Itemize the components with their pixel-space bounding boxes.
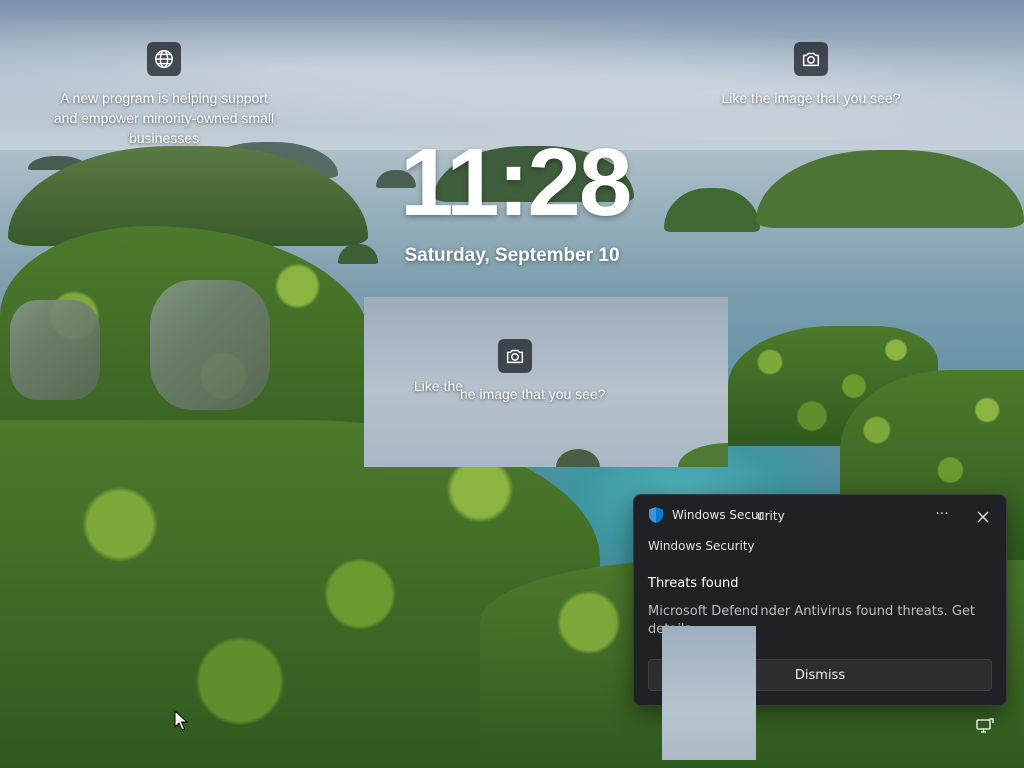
glitch-tile xyxy=(662,626,756,760)
islet xyxy=(678,443,728,467)
camera-icon xyxy=(802,52,820,67)
more-options-button[interactable]: ··· xyxy=(930,505,954,529)
spotlight-like-button[interactable] xyxy=(794,42,828,76)
close-button[interactable] xyxy=(971,505,995,529)
mouse-cursor-icon xyxy=(174,710,188,731)
camera-icon xyxy=(506,349,524,364)
network-icon[interactable] xyxy=(976,718,994,734)
spotlight-like-button-duplicate[interactable] xyxy=(498,339,532,373)
spotlight-info-text[interactable]: A new program is helping support and emp… xyxy=(24,88,304,148)
ghost-caption-right: he image that you see? xyxy=(460,386,606,402)
cliff xyxy=(150,280,270,410)
toast-header: Windows Secur urity xyxy=(648,501,785,529)
toast-body-left: Microsoft Defend xyxy=(648,604,759,619)
cliff xyxy=(10,300,100,400)
spotlight-info-button[interactable] xyxy=(147,42,181,76)
lock-screen-time: 11:28 xyxy=(400,129,632,236)
shield-icon xyxy=(649,507,663,523)
lock-screen-date: Saturday, September 10 xyxy=(404,245,620,266)
toast-app-name: Windows Secur xyxy=(672,508,764,522)
close-icon xyxy=(977,511,989,523)
spotlight-like-text[interactable]: Like the image that you see? xyxy=(700,88,922,108)
islet xyxy=(556,449,600,467)
globe-icon xyxy=(155,50,173,68)
toast-title: Threats found xyxy=(648,576,739,591)
spotlight-info-line: businesses xyxy=(128,130,200,146)
toast-body-right: nder Antivirus found threats. Get xyxy=(760,604,976,619)
spotlight-info-line: and empower minority-owned small xyxy=(53,110,275,126)
spotlight-info-line: A new program is helping support xyxy=(60,90,268,106)
toast-source: Windows Security xyxy=(648,539,755,553)
ghost-caption-left: Like the xyxy=(414,378,464,394)
toast-app-name-ghost: urity xyxy=(757,509,785,523)
